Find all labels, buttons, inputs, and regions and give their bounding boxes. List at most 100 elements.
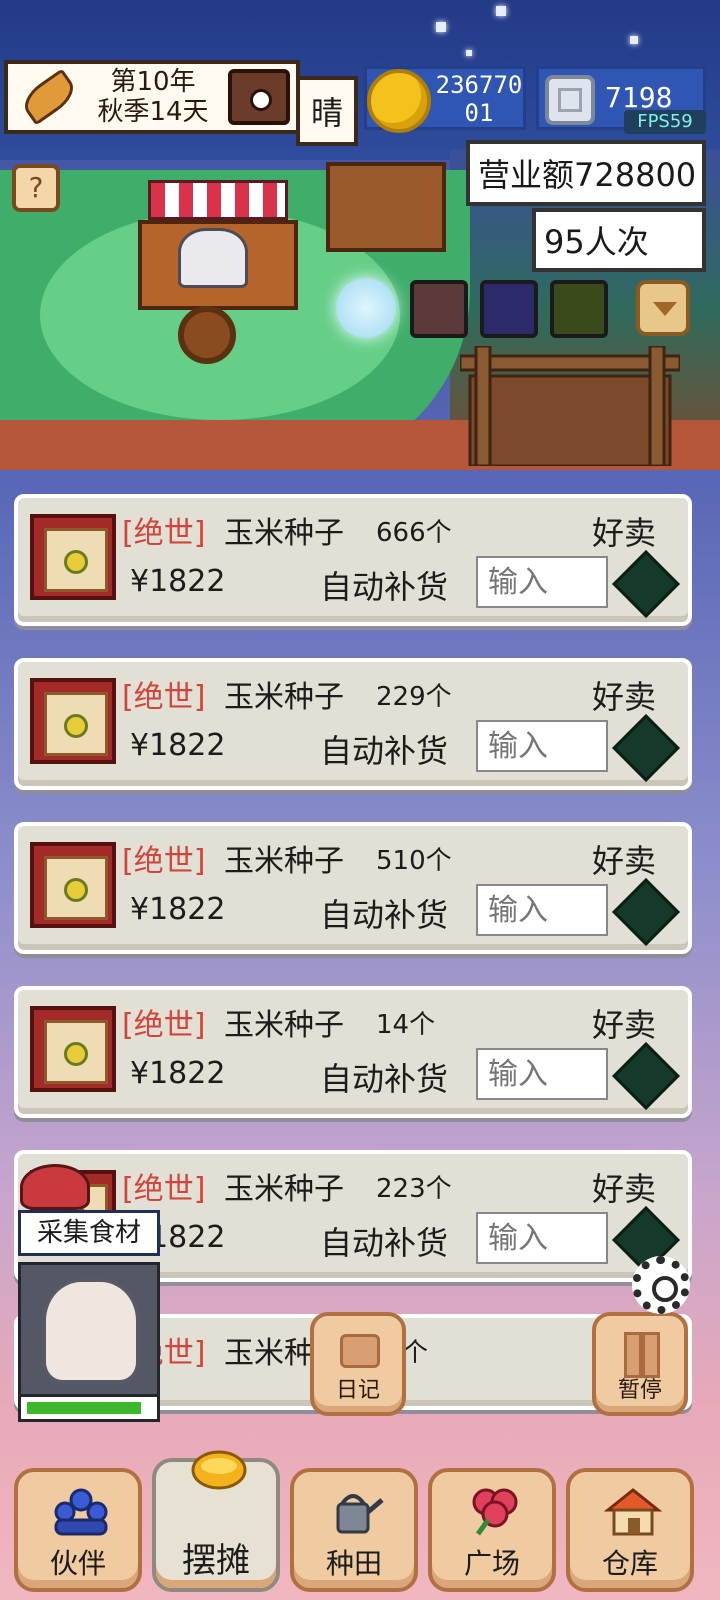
nav-warehouse[interactable]: 仓库 (566, 1468, 694, 1592)
date-text: 第10年 秋季14天 (78, 67, 228, 127)
restock-amount-input[interactable] (476, 556, 608, 608)
coin-value-line2: 01 (464, 99, 494, 127)
crystal-orb-icon[interactable] (336, 278, 396, 338)
star (466, 50, 472, 56)
demand-tag: 好卖 (592, 1006, 657, 1044)
item-price: ¥1822 (130, 564, 226, 599)
star (630, 36, 638, 44)
auto-restock-label: 自动补货 (320, 1224, 449, 1262)
restock-toggle-button[interactable] (612, 550, 680, 618)
restock-toggle-button[interactable] (612, 1042, 680, 1110)
demand-tag: 好卖 (592, 514, 657, 552)
restock-amount-input[interactable] (476, 1212, 608, 1264)
item-name: 玉米种子 (224, 1172, 344, 1207)
restock-amount-input[interactable] (476, 884, 608, 936)
crab-icon (6, 1150, 98, 1210)
star (496, 6, 506, 16)
feather-icon[interactable] (14, 67, 78, 127)
item-price: ¥1822 (130, 1056, 226, 1091)
auto-restock-label: 自动补货 (320, 732, 449, 770)
nav-label: 摆摊 (182, 1541, 250, 1581)
cart-wheel (178, 306, 236, 364)
corn-seed-icon (30, 514, 116, 600)
market-stall[interactable] (118, 158, 318, 364)
item-name: 玉米种 (224, 1336, 314, 1371)
item-quantity: 229个 (376, 682, 452, 712)
shopkeeper-character (178, 228, 248, 288)
coin-counter: 236770 01 (364, 66, 527, 133)
listing-card[interactable]: [绝世] 玉米种子 666个 好卖 ¥1822 自动补货 (14, 494, 692, 626)
corn-seed-icon (30, 842, 116, 928)
rarity-tag: [绝世] (122, 680, 206, 715)
diary-label: 日记 (335, 1378, 380, 1403)
rarity-tag: [绝世] (122, 1172, 206, 1207)
help-button[interactable]: ? (12, 164, 60, 212)
listing-card[interactable]: [绝世] 玉米种子 510个 好卖 ¥1822 自动补货 (14, 822, 692, 954)
item-name: 玉米种子 (224, 1008, 344, 1043)
rarity-tag: [绝世] (122, 844, 206, 879)
restock-amount-input[interactable] (476, 720, 608, 772)
pause-button[interactable]: 暂停 (592, 1312, 688, 1416)
nav-label: 广场 (463, 1547, 520, 1580)
weather-label: 晴 (296, 76, 358, 146)
restock-amount-input[interactable] (476, 1048, 608, 1100)
rarity-tag: [绝世] (122, 516, 206, 551)
gold-coin-icon (367, 69, 431, 133)
nav-label: 仓库 (601, 1547, 658, 1580)
item-name: 玉米种子 (224, 680, 344, 715)
bag-icon[interactable] (228, 69, 290, 125)
coin-value-line1: 236770 (435, 71, 523, 99)
silver-ingot-icon (545, 75, 595, 125)
stall-icon (191, 1450, 247, 1490)
corn-seed-icon (30, 1006, 116, 1092)
partners-icon (54, 1488, 108, 1536)
auto-restock-label: 自动补货 (320, 896, 449, 934)
gear-icon[interactable] (632, 1256, 690, 1314)
partner-progress-bar (18, 1394, 160, 1422)
buff-potion-icon[interactable] (480, 280, 538, 338)
item-name: 玉米种子 (224, 844, 344, 879)
nav-label: 伙伴 (49, 1547, 106, 1580)
restock-toggle-button[interactable] (612, 878, 680, 946)
item-quantity: 666个 (376, 518, 452, 548)
diary-button[interactable]: 日记 (310, 1312, 406, 1416)
nav-farming[interactable]: 种田 (290, 1468, 418, 1592)
buff-rooster-icon[interactable] (410, 280, 468, 338)
rarity-tag: [绝世] (122, 1008, 206, 1043)
nav-partners[interactable]: 伙伴 (14, 1468, 142, 1592)
diary-icon (340, 1334, 380, 1368)
crates (326, 162, 446, 252)
auto-restock-label: 自动补货 (320, 568, 449, 606)
revenue-label: 营业额728800 (466, 140, 706, 206)
fps-counter: FPS59 (624, 110, 706, 134)
nav-plaza[interactable]: 广场 (428, 1468, 556, 1592)
demand-tag: 好卖 (592, 1170, 657, 1208)
chevron-down-icon[interactable] (636, 280, 690, 336)
flower-icon (472, 1488, 518, 1536)
demand-tag: 好卖 (592, 842, 657, 880)
nav-stall[interactable]: 摆摊 (152, 1450, 280, 1592)
bottom-nav: 伙伴 摆摊 种田 广场 仓库 (0, 1450, 720, 1600)
item-name: 玉米种子 (224, 516, 344, 551)
watering-can-icon (336, 1494, 384, 1534)
partner-avatar (43, 1279, 139, 1383)
partner-portrait[interactable] (18, 1262, 160, 1398)
corn-seed-icon (30, 678, 116, 764)
partner-progress-fill (27, 1402, 141, 1414)
stall-awning (148, 180, 288, 220)
restock-toggle-button[interactable] (612, 714, 680, 782)
visitor-count-label: 95人次 (532, 208, 706, 272)
buff-lightning-icon[interactable] (550, 280, 608, 338)
coin-value: 236770 01 (431, 71, 527, 127)
item-price: ¥1822 (130, 728, 226, 763)
item-quantity: 14个 (376, 1010, 436, 1040)
item-quantity: 223个 (376, 1174, 452, 1204)
pause-label: 暂停 (617, 1378, 662, 1403)
listing-card[interactable]: [绝世] 玉米种子 229个 好卖 ¥1822 自动补货 (14, 658, 692, 790)
nav-label: 种田 (325, 1547, 382, 1580)
listing-card[interactable]: [绝世] 玉米种子 14个 好卖 ¥1822 自动补货 (14, 986, 692, 1118)
season-day-label: 秋季14天 (97, 97, 209, 127)
auto-restock-label: 自动补货 (320, 1060, 449, 1098)
wooden-bridge (460, 346, 680, 466)
pause-icon (624, 1332, 660, 1378)
